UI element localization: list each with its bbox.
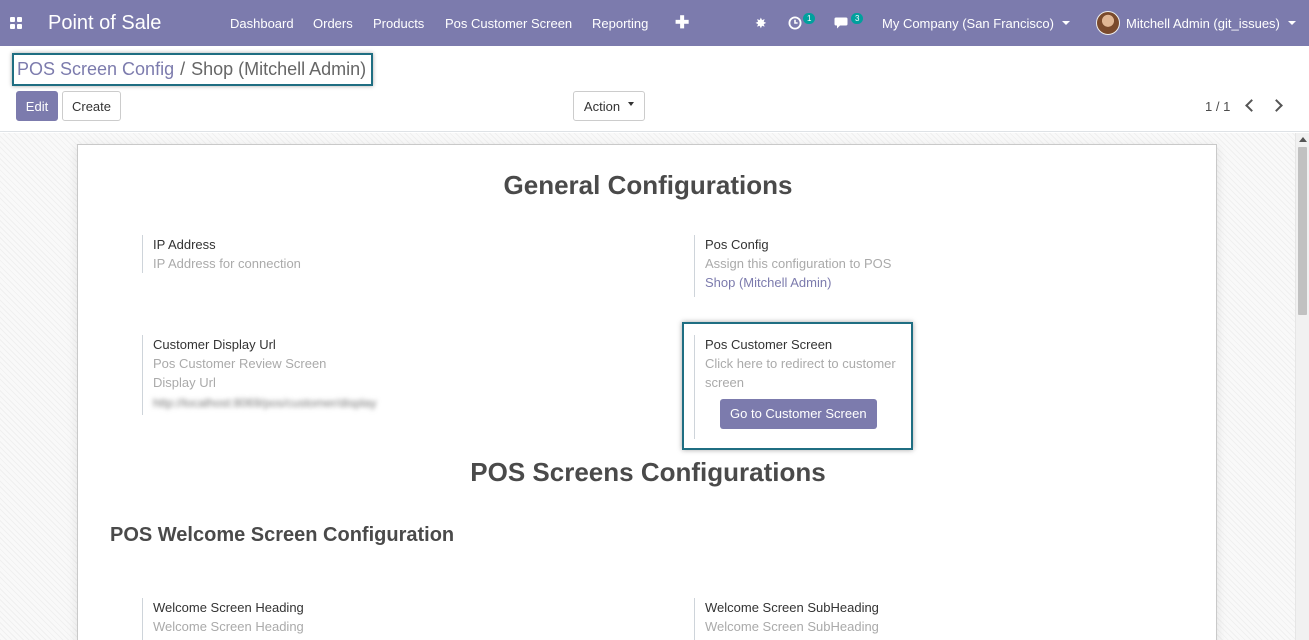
breadcrumb-parent-link[interactable]: POS Screen Config (17, 59, 174, 79)
top-navbar: Point of Sale Dashboard Orders Products … (0, 0, 1309, 46)
menu-orders[interactable]: Orders (313, 0, 353, 46)
activity-badge: 1 (803, 12, 816, 24)
menu-reporting[interactable]: Reporting (592, 0, 648, 46)
pager-value[interactable]: 1 / 1 (1205, 99, 1230, 114)
plus-icon[interactable]: ✚ (675, 0, 689, 46)
menu-pos-customer-screen[interactable]: Pos Customer Screen (445, 0, 572, 46)
welcome-heading-field: Welcome Screen Heading Welcome Screen He… (142, 598, 562, 640)
welcome-subheading-label: Welcome Screen SubHeading (705, 600, 879, 615)
company-switcher[interactable]: My Company (San Francisco) (882, 0, 1070, 46)
scroll-up-arrow-icon[interactable] (1299, 137, 1307, 142)
welcome-subheading-field: Welcome Screen SubHeading Welcome Screen… (694, 598, 1114, 640)
comments-icon (834, 17, 848, 29)
messages-badge: 3 (851, 12, 864, 24)
ip-address-field: IP Address IP Address for connection (142, 235, 562, 273)
menu-products[interactable]: Products (373, 0, 424, 46)
messaging-menu[interactable]: 3 (834, 0, 864, 46)
user-menu[interactable]: Mitchell Admin (git_issues) (1096, 0, 1296, 46)
clock-icon (788, 16, 802, 30)
form-sheet: General Configurations IP Address IP Add… (77, 144, 1217, 640)
activity-menu[interactable]: 1 (788, 0, 816, 46)
user-name: Mitchell Admin (git_issues) (1126, 15, 1280, 31)
breadcrumb-separator: / (180, 59, 186, 79)
breadcrumb: POS Screen Config / Shop (Mitchell Admin) (12, 53, 374, 86)
user-caret-icon (1287, 21, 1296, 25)
pos-config-label: Pos Config (705, 237, 769, 252)
scrollbar-thumb[interactable] (1298, 147, 1307, 315)
control-panel: POS Screen Config / Shop (Mitchell Admin) … (0, 46, 1309, 132)
welcome-screen-configuration-heading: POS Welcome Screen Configuration (110, 524, 455, 546)
customer-display-url-label: Customer Display Url (153, 337, 276, 352)
customer-display-url-value[interactable]: http://localhost:8069/pos/customer/displ… (153, 394, 562, 413)
pos-config-field: Pos Config Assign this configuration to … (694, 235, 1114, 297)
welcome-subheading-placeholder[interactable]: Welcome Screen SubHeading (705, 617, 1114, 636)
pager-previous-icon[interactable] (1242, 97, 1258, 113)
pos-customer-screen-help: Click here to redirect to customer scree… (705, 356, 896, 390)
action-caret-icon (628, 102, 635, 106)
create-button[interactable]: Create (62, 91, 121, 121)
welcome-heading-placeholder[interactable]: Welcome Screen Heading (153, 617, 562, 636)
vertical-scrollbar[interactable] (1295, 133, 1309, 640)
pos-config-link[interactable]: Shop (Mitchell Admin) (705, 273, 1114, 292)
action-dropdown[interactable]: Action (573, 91, 645, 121)
company-caret-icon (1061, 21, 1070, 25)
company-name: My Company (San Francisco) (882, 15, 1054, 31)
welcome-heading-label: Welcome Screen Heading (153, 600, 304, 615)
edit-button[interactable]: Edit (16, 91, 58, 121)
pos-config-help: Assign this configuration to POS (705, 256, 892, 271)
customer-display-url-help-1: Pos Customer Review Screen (153, 356, 327, 371)
avatar (1096, 11, 1120, 35)
go-to-customer-screen-button[interactable]: Go to Customer Screen (720, 399, 877, 429)
apps-menu-icon[interactable] (10, 0, 24, 46)
ip-address-label: IP Address (153, 237, 216, 252)
customer-display-url-help-2: Display Url (153, 375, 216, 390)
pos-customer-screen-label: Pos Customer Screen (705, 337, 833, 352)
app-title[interactable]: Point of Sale (48, 0, 161, 46)
bug-icon[interactable]: ✸ (755, 0, 767, 46)
menu-dashboard[interactable]: Dashboard (230, 0, 294, 46)
customer-display-url-field: Customer Display Url Pos Customer Review… (142, 335, 562, 415)
pager-next-icon[interactable] (1270, 97, 1286, 113)
general-configurations-heading: General Configurations (503, 170, 793, 200)
pos-screens-configurations-heading: POS Screens Configurations (470, 457, 826, 487)
action-label: Action (583, 98, 621, 114)
breadcrumb-current: Shop (Mitchell Admin) (191, 59, 367, 79)
form-view: General Configurations IP Address IP Add… (0, 133, 1309, 640)
ip-address-help: IP Address for connection (153, 256, 301, 271)
pos-customer-screen-field: Pos Customer Screen Click here to redire… (694, 335, 904, 439)
